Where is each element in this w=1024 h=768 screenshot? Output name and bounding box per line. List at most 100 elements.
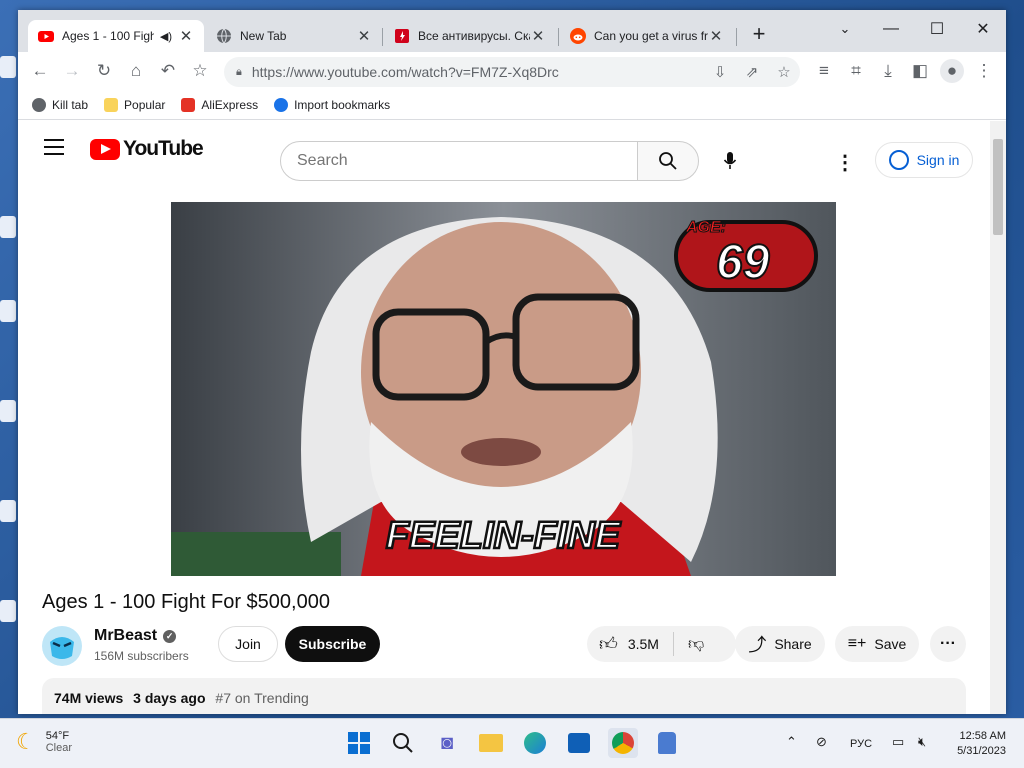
speaker-icon[interactable]: ◀) — [160, 30, 172, 43]
tab-reddit[interactable]: Can you get a virus fr ✕ — [560, 20, 734, 52]
volume-icon[interactable]: 🔇︎ — [918, 734, 926, 750]
channel-avatar[interactable] — [42, 626, 82, 666]
tab-title: Все антивирусы. Ска — [418, 29, 530, 43]
search-input[interactable] — [297, 152, 637, 170]
bookmark-star-icon[interactable]: ☆ — [768, 63, 800, 81]
desktop-icon[interactable] — [0, 56, 18, 96]
bookmarks-bar: Kill tab Popular AliExpress Import bookm… — [18, 90, 1006, 120]
dislike-button[interactable]: 👎︎ — [674, 635, 704, 654]
youtube-favicon-icon — [38, 31, 54, 42]
search-taskbar-button[interactable] — [388, 728, 418, 758]
tab-search-chevron-icon[interactable]: ⌄ — [822, 16, 868, 42]
chat-icon[interactable]: ◙ — [432, 728, 462, 758]
bookmark-kill-tab[interactable]: Kill tab — [32, 97, 88, 112]
tab-separator — [558, 28, 559, 46]
bookmark-popular[interactable]: Popular — [104, 97, 166, 112]
clock-date: 5/31/2023 — [957, 745, 1006, 757]
address-bar[interactable]: 🔒︎ https://www.youtube.com/watch?v=FM7Z-… — [224, 57, 800, 87]
desktop-icon[interactable] — [0, 400, 18, 440]
share-page-icon[interactable]: ⇗ — [736, 63, 768, 81]
scrollbar-thumb[interactable] — [993, 139, 1003, 235]
desktop-icon[interactable] — [0, 300, 18, 340]
more-actions-button[interactable]: ··· — [930, 626, 966, 662]
gear-icon — [274, 97, 289, 112]
voice-search-button[interactable] — [712, 143, 748, 179]
search-icon — [393, 733, 413, 753]
video-player[interactable]: AGE: 69 FEELIN-FINE — [171, 202, 836, 576]
search-button[interactable] — [637, 141, 699, 181]
reload-button[interactable]: ↻ — [92, 59, 116, 83]
hamburger-menu-icon[interactable] — [44, 139, 64, 155]
profile-icon[interactable]: ● — [940, 59, 964, 83]
tab-antivirus[interactable]: Все антивирусы. Ска ✕ — [384, 20, 556, 52]
bookmark-import[interactable]: Import bookmarks — [274, 97, 391, 112]
video-frame: AGE: 69 FEELIN-FINE — [171, 202, 836, 576]
tab-youtube[interactable]: Ages 1 - 100 Figh ◀) ✕ — [28, 20, 204, 52]
store-icon[interactable] — [564, 728, 594, 758]
desktop-icon[interactable] — [0, 216, 18, 256]
subscribe-button[interactable]: Subscribe — [285, 626, 380, 662]
sign-in-button[interactable]: Sign in — [875, 142, 973, 178]
download-icon[interactable]: ⤓ — [876, 59, 900, 83]
bookmark-label: Popular — [124, 97, 166, 112]
close-tab-icon[interactable]: ✕ — [356, 27, 372, 45]
close-tab-icon[interactable]: ✕ — [178, 27, 194, 45]
side-panel-icon[interactable]: ◧ — [908, 59, 932, 83]
close-tab-icon[interactable]: ✕ — [708, 27, 724, 45]
tab-new-tab[interactable]: New Tab ✕ — [206, 20, 382, 52]
desktop-icon[interactable] — [0, 500, 18, 540]
chrome-icon[interactable] — [608, 728, 638, 758]
menu-kebab-icon[interactable]: ⋮ — [972, 59, 996, 83]
channel-name[interactable]: MrBeast ✓ — [94, 627, 177, 645]
install-app-icon[interactable]: ⇩ — [704, 63, 736, 81]
clock[interactable]: 12:58 AM 5/31/2023 — [944, 729, 1006, 759]
forward-button[interactable]: → — [60, 59, 84, 83]
share-button[interactable]: ⤴ Share — [735, 626, 825, 662]
trending-link[interactable]: #7 on Trending — [215, 690, 308, 706]
edge-icon[interactable] — [520, 728, 550, 758]
channel-name-text[interactable]: MrBeast — [94, 627, 157, 645]
bookmark-label: Import bookmarks — [294, 97, 391, 112]
page-scrollbar[interactable] — [990, 121, 1006, 714]
clock-time: 12:58 AM — [959, 730, 1006, 742]
chevron-up-icon[interactable]: ⌃ — [786, 734, 797, 750]
start-button[interactable] — [344, 728, 374, 758]
save-button[interactable]: ≡+ Save — [835, 626, 919, 662]
reddit-icon — [570, 28, 586, 44]
bookmark-aliexpress[interactable]: AliExpress — [181, 97, 258, 112]
minimize-button[interactable]: — — [868, 16, 914, 42]
like-button[interactable]: 👍︎ 3.5M — [587, 632, 674, 656]
tab-title: Can you get a virus fr — [594, 29, 708, 43]
app-icon[interactable] — [652, 728, 682, 758]
star-bookmark-icon[interactable]: ☆ — [188, 59, 212, 83]
close-tab-icon[interactable]: ✕ — [530, 27, 546, 45]
network-icon[interactable]: ⊘ — [816, 734, 827, 750]
reading-list-icon[interactable]: ≡ — [812, 59, 836, 83]
join-button[interactable]: Join — [218, 626, 278, 662]
weather-widget[interactable]: ☾ 54°F Clear — [16, 729, 72, 755]
new-tab-button[interactable]: + — [744, 21, 774, 47]
windows-logo-icon — [348, 732, 370, 754]
close-window-button[interactable]: ✕ — [960, 16, 1006, 42]
crop-icon[interactable]: ⌗ — [844, 59, 868, 83]
url-text[interactable]: https://www.youtube.com/watch?v=FM7Z-Xq8… — [252, 64, 704, 80]
display-icon[interactable]: ▭ — [892, 734, 904, 750]
back-button[interactable]: ← — [28, 59, 52, 83]
description-box[interactable]: 74M views 3 days ago #7 on Trending — [42, 678, 966, 714]
search-box[interactable] — [280, 141, 638, 181]
undo-close-icon[interactable]: ↶ — [156, 59, 180, 83]
file-explorer-icon[interactable] — [476, 728, 506, 758]
desktop-icon[interactable] — [0, 600, 18, 640]
settings-kebab-icon[interactable]: ⋮ — [830, 147, 860, 177]
tab-title: New Tab — [240, 29, 287, 43]
maximize-button[interactable]: ☐ — [914, 16, 960, 42]
age-number: 69 — [716, 236, 770, 289]
youtube-logo[interactable]: YouTube — [90, 137, 204, 161]
home-button[interactable]: ⌂ — [124, 59, 148, 83]
lock-icon[interactable]: 🔒︎ — [236, 66, 242, 79]
tab-title: Ages 1 - 100 Figh — [62, 29, 154, 43]
language-indicator[interactable]: РУС — [850, 738, 872, 750]
youtube-logo-text: YouTube — [123, 137, 204, 160]
video-title: Ages 1 - 100 Fight For $500,000 — [42, 591, 330, 613]
tab-separator — [736, 28, 737, 46]
